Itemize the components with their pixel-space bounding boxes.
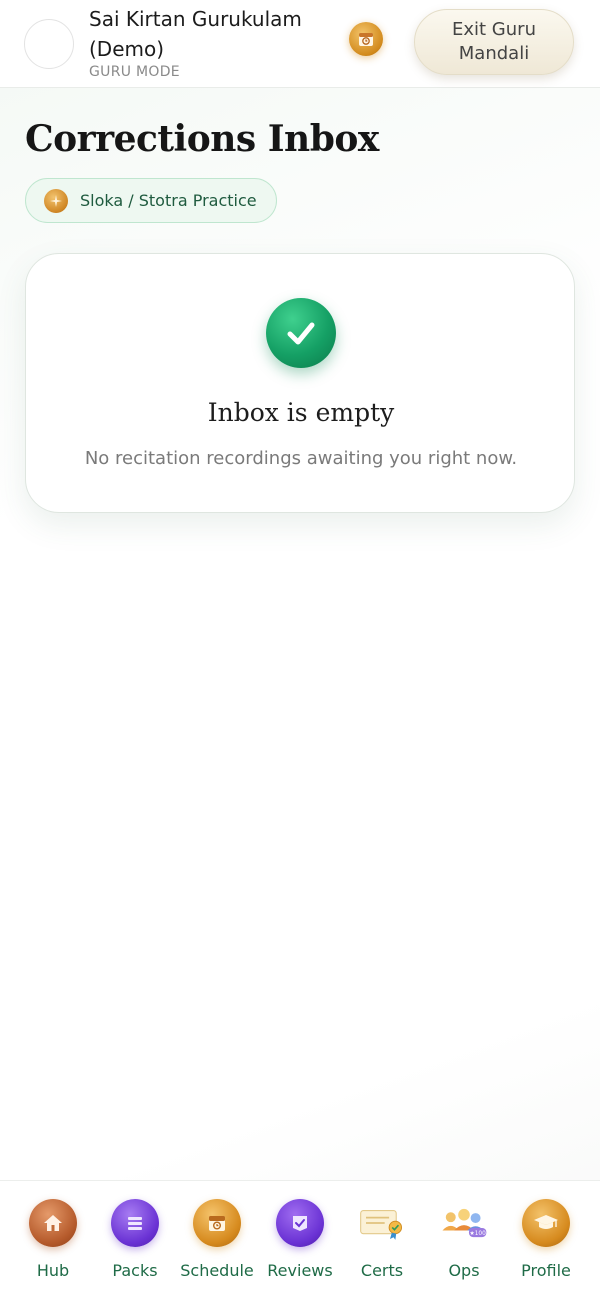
nav-item-hub[interactable]: Hub [12, 1199, 94, 1280]
nav-item-reviews[interactable]: Reviews [259, 1199, 341, 1280]
filter-chip-label: Sloka / Stotra Practice [80, 191, 257, 210]
nav-label-profile: Profile [521, 1261, 571, 1280]
graduation-cap-icon [522, 1199, 570, 1247]
app-header: Sai Kirtan Gurukulam (Demo) GURU MODE Ex… [0, 0, 600, 88]
calendar-clock-icon[interactable] [349, 22, 383, 56]
filter-chip[interactable]: Sloka / Stotra Practice [25, 178, 277, 223]
nav-item-ops[interactable]: ★100 Ops [423, 1199, 505, 1280]
nav-label-schedule: Schedule [180, 1261, 254, 1280]
nav-item-certs[interactable]: Certs [341, 1199, 423, 1280]
sparkle-icon [44, 188, 68, 213]
review-check-icon [276, 1199, 324, 1247]
team-icon: ★100 [440, 1199, 488, 1247]
page-title: Corrections Inbox [25, 118, 379, 160]
certificate-icon [358, 1199, 406, 1247]
nav-item-schedule[interactable]: Schedule [176, 1199, 258, 1280]
stack-icon [111, 1199, 159, 1247]
empty-state-title: Inbox is empty [207, 398, 395, 427]
nav-item-profile[interactable]: Profile [505, 1199, 587, 1280]
empty-state-card: Inbox is empty No recitation recordings … [25, 253, 575, 513]
nav-label-hub: Hub [36, 1261, 70, 1280]
exit-guru-mandali-button[interactable]: Exit Guru Mandali [414, 9, 574, 75]
avatar[interactable] [24, 19, 74, 69]
nav-label-reviews: Reviews [267, 1261, 333, 1280]
empty-state-subtitle: No recitation recordings awaiting you ri… [84, 448, 518, 469]
bottom-nav: Hub Packs Schedule Reviews Certs ★100 Op… [0, 1180, 600, 1298]
nav-label-packs: Packs [112, 1261, 158, 1280]
check-circle-icon [266, 298, 336, 368]
svg-text:★100: ★100 [470, 1230, 487, 1237]
mode-label: GURU MODE [89, 64, 180, 80]
nav-label-ops: Ops [448, 1261, 480, 1280]
nav-item-packs[interactable]: Packs [94, 1199, 176, 1280]
home-icon [29, 1199, 77, 1247]
calendar-icon [193, 1199, 241, 1247]
org-name: Sai Kirtan Gurukulam (Demo) [89, 7, 302, 61]
nav-label-certs: Certs [360, 1261, 404, 1280]
